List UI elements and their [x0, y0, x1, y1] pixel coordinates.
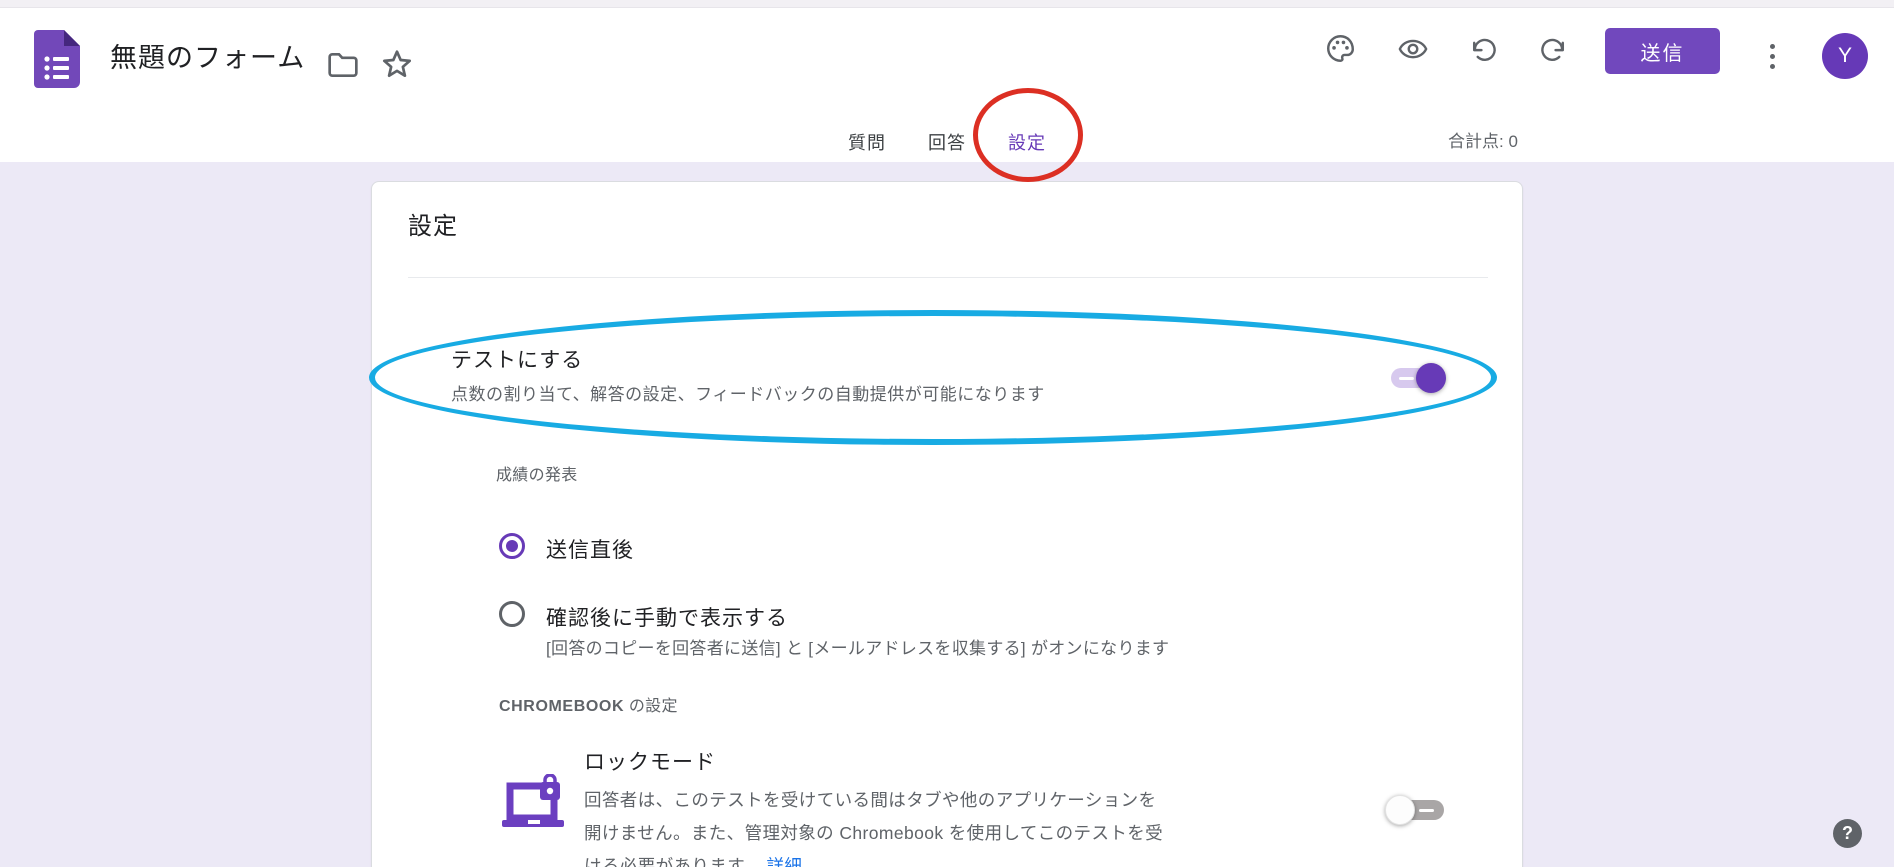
radio-after-review-description: [回答のコピーを回答者に送信] と [メールアドレスを収集する] がオンになりま…	[546, 634, 1169, 659]
form-tabs: 質問 回答 設定	[827, 118, 1067, 166]
theme-palette-icon[interactable]	[1325, 33, 1356, 64]
make-quiz-description: 点数の割り当て、解答の設定、フィードバックの自動提供が可能になります	[451, 380, 1045, 405]
send-button[interactable]: 送信	[1605, 28, 1720, 74]
google-forms-logo-icon	[34, 30, 80, 88]
lock-desc-line-3: ける必要があります。 詳細	[584, 850, 1163, 867]
locked-laptop-icon	[502, 774, 566, 832]
more-options-kebab-icon[interactable]	[1760, 38, 1784, 74]
quiz-toggle[interactable]	[1391, 368, 1444, 388]
radio-immediately[interactable]	[499, 533, 525, 559]
settings-card: 設定 テストにする 点数の割り当て、解答の設定、フィードバックの自動提供が可能に…	[371, 181, 1523, 867]
chromebook-rest-text: の設定	[624, 698, 678, 715]
star-icon[interactable]	[379, 46, 415, 82]
radio-immediately-label[interactable]: 送信直後	[546, 534, 634, 564]
account-avatar[interactable]: Y	[1822, 33, 1868, 79]
release-grades-section-label: 成績の発表	[496, 461, 578, 485]
settings-card-title: 設定	[408, 206, 458, 241]
window-top-strip	[0, 0, 1894, 8]
toggle-track-dash	[1399, 377, 1414, 380]
radio-after-review[interactable]	[499, 601, 525, 627]
chromebook-section-label: CHROMEBOOK の設定	[499, 692, 678, 716]
radio-after-review-label[interactable]: 確認後に手動で表示する	[546, 602, 788, 632]
undo-icon[interactable]	[1469, 35, 1498, 64]
divider	[408, 277, 1488, 278]
tab-questions[interactable]: 質問	[827, 118, 907, 166]
learn-more-link[interactable]: 詳細	[767, 856, 803, 867]
redo-icon[interactable]	[1539, 35, 1568, 64]
total-points-label: 合計点: 0	[1448, 127, 1518, 152]
preview-eye-icon[interactable]	[1397, 34, 1429, 64]
tab-settings[interactable]: 設定	[987, 118, 1067, 166]
lock-mode-description: 回答者は、このテストを受けている間はタブや他のアプリケーションを 開けません。ま…	[584, 784, 1163, 867]
help-button[interactable]: ?	[1833, 819, 1862, 848]
app-header: 無題のフォーム 送信 Y 質問 回答 設定 合計点: 0	[0, 8, 1894, 162]
make-quiz-label: テストにする	[451, 344, 583, 374]
lock-desc-line-1: 回答者は、このテストを受けている間はタブや他のアプリケーションを	[584, 784, 1163, 817]
move-to-folder-icon[interactable]	[327, 51, 359, 79]
lock-mode-toggle[interactable]	[1391, 800, 1444, 820]
lock-desc-line-2: 開けません。また、管理対象の Chromebook を使用してこのテストを受	[584, 817, 1163, 850]
tab-responses[interactable]: 回答	[907, 118, 987, 166]
chromebook-brand-text: CHROMEBOOK	[499, 698, 624, 715]
toggle-track-dash	[1419, 809, 1434, 812]
toggle-knob	[1416, 363, 1446, 393]
toggle-knob	[1385, 795, 1415, 825]
form-title[interactable]: 無題のフォーム	[110, 36, 305, 75]
lock-mode-label: ロックモード	[584, 746, 716, 776]
